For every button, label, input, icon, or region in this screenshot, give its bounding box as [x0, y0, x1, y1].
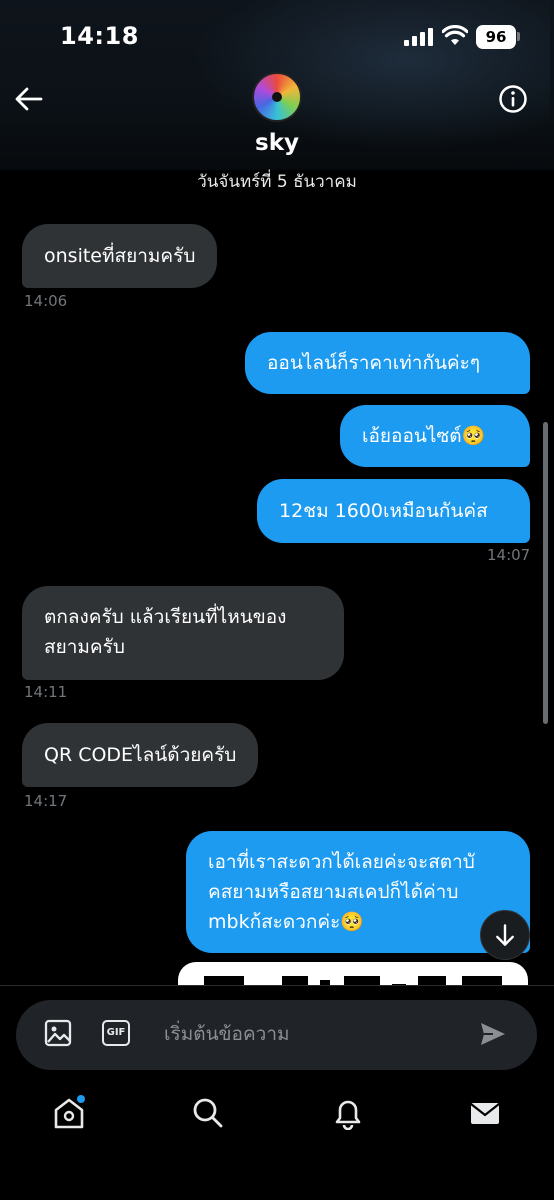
bell-icon[interactable]: [331, 1096, 365, 1130]
send-icon[interactable]: [478, 1019, 508, 1049]
image-icon[interactable]: [44, 1019, 72, 1047]
message-text: เอ้ยออนไซต์🥺: [362, 425, 486, 447]
message-text-line: เอาที่เราสะดวกได้เลยค่ะจะสตาบั: [208, 851, 475, 873]
contact-avatar[interactable]: [252, 72, 302, 122]
message-text: 12ชม 1600เหมือนกันค่ส: [279, 500, 488, 522]
conversation-date: วันจันทร์ที่ 5 ธันวาคม: [197, 172, 357, 192]
message-bubble[interactable]: ตกลงครับ แล้วเรียนที่ไหนของ สยามครับ: [22, 586, 344, 680]
message-time: 14:17: [24, 792, 68, 810]
message-bubble[interactable]: QR CODEไลน์ด้วยครับ: [22, 723, 259, 787]
notification-dot: [77, 1095, 85, 1103]
message-bubble[interactable]: onsiteที่สยามครับ: [22, 224, 218, 288]
message-text-line: mbkก้สะดวกค่ะ🥺: [208, 911, 364, 933]
message-bubble[interactable]: เอาที่เราสะดวกได้เลยค่ะจะสตาบั คสยามหรือ…: [186, 831, 530, 953]
message-time: 14:11: [24, 683, 68, 701]
mail-icon[interactable]: [468, 1096, 502, 1130]
wifi-icon: [442, 25, 468, 45]
contact-name[interactable]: sky: [0, 130, 554, 156]
message-text: onsiteที่สยามครับ: [44, 245, 196, 267]
back-arrow-icon[interactable]: [14, 84, 44, 114]
message-text-line: ตกลงครับ แล้วเรียนที่ไหนของ: [44, 606, 287, 628]
message-bubble[interactable]: ออนไลน์ก็ราคาเท่ากันค่ะๆ: [245, 332, 530, 394]
gif-icon[interactable]: GIF: [102, 1020, 130, 1046]
search-icon[interactable]: [191, 1096, 225, 1130]
message-time: 14:06: [24, 292, 68, 310]
info-circle-icon[interactable]: [498, 84, 528, 114]
message-time: 14:07: [487, 546, 531, 564]
scrollbar[interactable]: [543, 422, 548, 724]
status-time: 14:18: [60, 22, 139, 50]
message-bubble[interactable]: 12ชม 1600เหมือนกันค่ส: [257, 479, 530, 543]
status-bar: 14:18 96: [0, 0, 554, 70]
scroll-down-button[interactable]: [480, 910, 530, 960]
message-text: QR CODEไลน์ด้วยครับ: [44, 744, 237, 766]
message-text: ออนไลน์ก็ราคาเท่ากันค่ะๆ: [267, 352, 481, 374]
battery-indicator: 96: [476, 25, 516, 49]
message-text-line: คสยามหรือสยามสเคปก็ได้ค่าบ: [208, 881, 459, 903]
signal-icon: [404, 28, 433, 46]
message-input[interactable]: [164, 1018, 444, 1050]
message-bubble[interactable]: เอ้ยออนไซต์🥺: [340, 405, 530, 467]
message-text-line: สยามครับ: [44, 636, 125, 658]
battery-tip: [517, 32, 520, 41]
